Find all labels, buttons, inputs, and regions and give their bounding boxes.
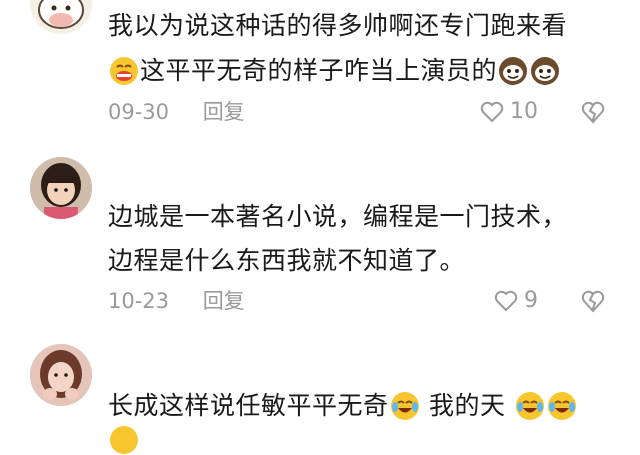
broken-heart-icon bbox=[581, 101, 605, 124]
laugh-cry-emoji-icon bbox=[547, 391, 577, 421]
like-button[interactable]: 10 bbox=[480, 98, 538, 126]
comment-text-line: 我以为说这种话的得多帅啊还专门跑来看 bbox=[108, 11, 568, 40]
laugh-cry-emoji-icon bbox=[515, 391, 545, 421]
cow-avatar-icon bbox=[30, 0, 92, 34]
heart-icon bbox=[494, 290, 518, 312]
comment-text-line: 边城是一本著名小说，编程是一门技术， bbox=[108, 202, 568, 231]
comment-text-line: 边程是什么东西我就不知道了。 bbox=[108, 246, 466, 275]
comment-text-line: 长成这样说任敏平平无奇 我的天 bbox=[108, 388, 578, 423]
girl-hands-avatar-icon bbox=[30, 344, 92, 406]
dislike-button[interactable] bbox=[579, 98, 607, 126]
broken-heart-icon bbox=[581, 290, 605, 313]
like-count: 10 bbox=[510, 99, 538, 124]
avatar[interactable] bbox=[30, 344, 92, 406]
coconut-face-emoji-icon bbox=[498, 56, 528, 86]
reply-button[interactable]: 回复 bbox=[203, 287, 245, 315]
laugh-cry-emoji-icon bbox=[109, 425, 139, 455]
comment-date: 09-30 bbox=[108, 100, 170, 124]
avatar[interactable] bbox=[30, 157, 92, 219]
like-button[interactable]: 9 bbox=[494, 287, 538, 315]
grimace-emoji-icon bbox=[109, 56, 139, 86]
comment-date: 10-23 bbox=[108, 289, 170, 313]
laugh-cry-emoji-icon bbox=[390, 391, 420, 421]
heart-icon bbox=[480, 101, 504, 123]
avatar[interactable] bbox=[30, 0, 92, 34]
reply-button[interactable]: 回复 bbox=[203, 98, 245, 126]
comment-meta: 09-30 回复 bbox=[108, 98, 245, 126]
coconut-face-emoji-icon bbox=[530, 56, 560, 86]
like-count: 9 bbox=[524, 288, 538, 313]
comment-text-line: 这平平无奇的样子咋当上演员的 bbox=[108, 53, 561, 88]
comment-meta: 10-23 回复 bbox=[108, 287, 245, 315]
girl-avatar-icon bbox=[30, 157, 92, 219]
dislike-button[interactable] bbox=[579, 287, 607, 315]
